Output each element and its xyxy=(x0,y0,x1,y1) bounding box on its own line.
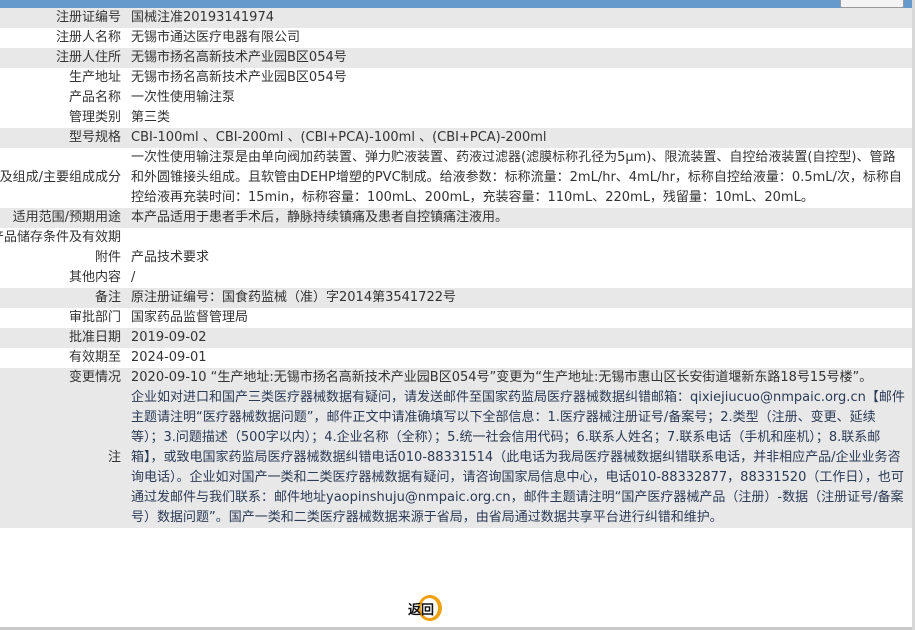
row-label: 注册证编号 xyxy=(0,8,121,28)
table-row: 型号规格 CBI-100ml 、CBI-200ml 、(CBI+PCA)-100m… xyxy=(0,128,912,148)
table-row: 附件 产品技术要求 xyxy=(0,248,912,268)
table-row: 管理类别 第三类 xyxy=(0,108,912,128)
row-label: 附件 xyxy=(0,248,121,268)
row-label: 注 xyxy=(0,388,121,528)
table-row: 审批部门 国家药品监督管理局 xyxy=(0,308,912,328)
table-row: 其他内容 / xyxy=(0,268,912,288)
row-value: 企业如对进口和国产三类医疗器械数据有疑问，请发送邮件至国家药监局医疗器械数据纠错… xyxy=(131,390,905,525)
row-label-text: 注册人名称 xyxy=(55,30,121,45)
spacer xyxy=(121,208,131,228)
table-row: 注册人名称 无锡市通达医疗电器有限公司 xyxy=(0,28,912,48)
spacer xyxy=(121,368,131,388)
spacer xyxy=(121,8,131,28)
spacer xyxy=(121,148,131,208)
row-label-text: 生产地址 xyxy=(68,70,121,85)
spacer xyxy=(121,48,131,68)
back-button-label: 返回 xyxy=(408,603,435,618)
spacer xyxy=(121,288,131,308)
title-bar xyxy=(0,0,912,8)
row-label-text: 管理类别 xyxy=(68,110,121,125)
note-row: 注企业如对进口和国产三类医疗器械数据有疑问，请发送邮件至国家药监局医疗器械数据纠… xyxy=(0,388,912,528)
row-label-text: 注 xyxy=(107,450,121,465)
row-label-text: 审批部门 xyxy=(68,310,121,325)
table-row: 变更情况 2020-09-10 “生产地址:无锡市扬名高新技术产业园B区054号”… xyxy=(0,368,912,388)
table-row: 有效期至 2024-09-01 xyxy=(0,348,912,368)
spacer xyxy=(121,228,131,248)
row-label-text: 备注 xyxy=(94,290,121,305)
row-label: 审批部门 xyxy=(0,308,121,328)
row-label-text: 产品储存条件及有效期 xyxy=(0,230,121,245)
row-label: 产品储存条件及有效期 xyxy=(0,228,121,248)
table-row: 产品储存条件及有效期 xyxy=(0,228,912,248)
spacer xyxy=(121,308,131,328)
row-value xyxy=(131,228,912,248)
row-value: 国家药品监督管理局 xyxy=(131,310,249,325)
row-label-text: 结构及组成/主要组成成分 xyxy=(0,170,121,185)
row-label-text: 产品名称 xyxy=(68,90,121,105)
row-value: 国械注准20193141974 xyxy=(131,10,274,25)
row-label: 其他内容 xyxy=(0,268,121,288)
row-value: 2019-09-02 xyxy=(131,330,207,345)
row-label-text: 变更情况 xyxy=(68,370,121,385)
table-row: 注册人住所 无锡市扬名高新技术产业园B区054号 xyxy=(0,48,912,68)
row-label-text: 注册证编号 xyxy=(55,10,121,25)
row-value: 原注册证编号：国食药监械（准）字2014第3541722号 xyxy=(131,290,456,305)
table-row: 批准日期 2019-09-02 xyxy=(0,328,912,348)
spacer xyxy=(121,388,131,528)
row-value: 无锡市扬名高新技术产业园B区054号 xyxy=(131,70,347,85)
spacer xyxy=(121,348,131,368)
table-row: 适用范围/预期用途 本产品适用于患者手术后，静脉持续镇痛及患者自控镇痛注液用。 xyxy=(0,208,912,228)
row-label: 注册人名称 xyxy=(0,28,121,48)
row-label-text: 附件 xyxy=(94,250,121,265)
row-value: 产品技术要求 xyxy=(131,250,210,265)
table-row: 产品名称 一次性使用输注泵 xyxy=(0,88,912,108)
row-label: 有效期至 xyxy=(0,348,121,368)
row-label-text: 适用范围/预期用途 xyxy=(12,210,121,225)
row-label: 注册人住所 xyxy=(0,48,121,68)
table-row: 注册证编号 国械注准20193141974 xyxy=(0,8,912,28)
detail-table: 注册证编号 国械注准20193141974 注册人名称 无锡市通达医疗电器有限公司 注册… xyxy=(0,8,912,528)
row-value: 一次性使用输注泵 xyxy=(131,90,236,105)
row-label: 型号规格 xyxy=(0,128,121,148)
row-value: 第三类 xyxy=(131,110,171,125)
row-label: 适用范围/预期用途 xyxy=(0,208,121,228)
row-label: 批准日期 xyxy=(0,328,121,348)
spacer xyxy=(121,28,131,48)
spacer xyxy=(121,128,131,148)
row-value: 本产品适用于患者手术后，静脉持续镇痛及患者自控镇痛注液用。 xyxy=(131,210,509,225)
spacer xyxy=(121,88,131,108)
row-label: 产品名称 xyxy=(0,88,121,108)
row-label: 变更情况 xyxy=(0,368,121,388)
top-right-button[interactable] xyxy=(840,0,904,8)
row-value: 无锡市扬名高新技术产业园B区054号 xyxy=(131,50,347,65)
table-row: 结构及组成/主要组成成分一次性使用输注泵是由单向阀加药装置、弹力贮液装置、药液过… xyxy=(0,148,912,208)
row-value: 一次性使用输注泵是由单向阀加药装置、弹力贮液装置、药液过滤器(滤膜标称孔径为5μ… xyxy=(131,150,902,205)
row-label-text: 批准日期 xyxy=(68,330,121,345)
row-label: 生产地址 xyxy=(0,68,121,88)
row-value: CBI-100ml 、CBI-200ml 、(CBI+PCA)-100ml 、(… xyxy=(131,130,547,145)
row-label: 备注 xyxy=(0,288,121,308)
row-label: 管理类别 xyxy=(0,108,121,128)
back-button[interactable]: 返回 xyxy=(408,595,442,621)
table-row: 备注 原注册证编号：国食药监械（准）字2014第3541722号 xyxy=(0,288,912,308)
row-label-text: 型号规格 xyxy=(68,130,121,145)
row-value: 无锡市通达医疗电器有限公司 xyxy=(131,30,301,45)
table-row: 生产地址 无锡市扬名高新技术产业园B区054号 xyxy=(0,68,912,88)
row-label-text: 其他内容 xyxy=(68,270,121,285)
spacer xyxy=(121,268,131,288)
row-label-text: 有效期至 xyxy=(68,350,121,365)
spacer xyxy=(121,108,131,128)
spacer xyxy=(121,328,131,348)
spacer xyxy=(121,68,131,88)
row-value: 2024-09-01 xyxy=(131,350,207,365)
row-value: 2020-09-10 “生产地址:无锡市扬名高新技术产业园B区054号”变更为“… xyxy=(131,370,873,385)
row-label-text: 注册人住所 xyxy=(55,50,121,65)
spacer xyxy=(121,248,131,268)
row-value: / xyxy=(131,270,136,285)
row-label: 结构及组成/主要组成成分 xyxy=(0,148,121,208)
